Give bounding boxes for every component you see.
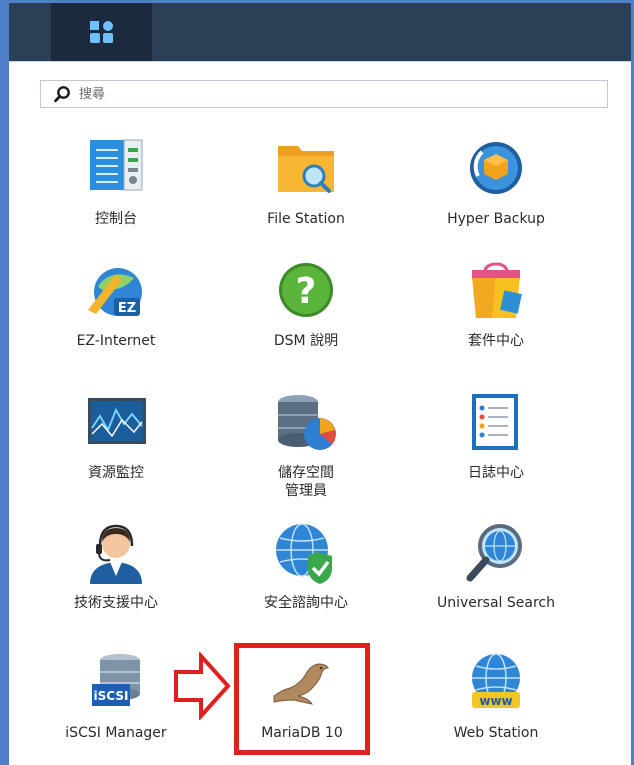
app-label: 安全諮詢中心 [264, 595, 348, 611]
search-icon [54, 86, 70, 103]
app-file-station[interactable]: File Station [216, 136, 396, 228]
right-arrow-annotation-icon [174, 652, 231, 720]
search-input[interactable] [77, 81, 601, 107]
app-security-advisor[interactable]: 安全諮詢中心 [216, 520, 396, 612]
app-package-center[interactable]: 套件中心 [406, 258, 586, 350]
app-label: 技術支援中心 [74, 595, 158, 611]
app-label: Hyper Backup [447, 211, 545, 227]
app-label: 套件中心 [468, 333, 524, 349]
folder-search-icon [278, 146, 334, 193]
app-dsm-help[interactable]: ? DSM 說明 [216, 258, 396, 350]
app-label: Universal Search [437, 595, 555, 611]
menu-divider [9, 61, 631, 71]
app-universal-search[interactable]: Universal Search [406, 520, 586, 612]
app-label: iSCSI Manager [65, 725, 167, 741]
shopping-bag-icon [472, 262, 522, 318]
app-control-panel[interactable]: 控制台 [26, 136, 206, 228]
app-hyper-backup[interactable]: Hyper Backup [406, 136, 586, 228]
app-web-station[interactable]: www Web Station [406, 650, 586, 742]
svg-text:?: ? [296, 271, 317, 312]
globe-ez-icon: EZ [88, 268, 142, 316]
help-icon: ? [279, 263, 333, 317]
app-label: 日誌中心 [468, 465, 524, 481]
search-box[interactable] [40, 80, 608, 108]
app-storage-manager[interactable]: 儲存空間 管理員 [216, 390, 396, 500]
storage-pie-icon [278, 395, 336, 450]
svg-text:EZ: EZ [118, 301, 136, 316]
main-menu-icon [89, 21, 113, 43]
highlight-box [234, 643, 370, 755]
app-label: 儲存空間 管理員 [278, 465, 334, 499]
app-label: DSM 說明 [273, 333, 339, 349]
www-icon-text: www [479, 694, 512, 708]
app-label: File Station [267, 211, 345, 227]
backup-icon [470, 142, 522, 194]
log-list-icon [472, 394, 518, 450]
app-label: 控制台 [95, 211, 137, 227]
taskbar [9, 3, 631, 61]
control-panel-icon [90, 139, 143, 191]
app-support-center[interactable]: 技術支援中心 [26, 520, 206, 612]
app-resource-monitor[interactable]: 資源監控 [26, 390, 206, 482]
iscsi-storage-icon: iSCSI [92, 654, 140, 706]
app-label: EZ-Internet [76, 333, 156, 349]
globe-www-icon: www [472, 653, 520, 708]
iscsi-icon-text: iSCSI [94, 689, 129, 703]
app-label: 資源監控 [88, 465, 144, 481]
app-ez-internet[interactable]: EZ EZ-Internet [26, 258, 206, 350]
support-agent-icon [90, 524, 142, 584]
main-menu-button[interactable] [51, 3, 152, 61]
globe-magnifier-icon [466, 524, 522, 582]
monitor-chart-icon [88, 398, 146, 444]
app-label: Web Station [453, 725, 539, 741]
globe-shield-icon [276, 523, 332, 584]
app-log-center[interactable]: 日誌中心 [406, 390, 586, 482]
